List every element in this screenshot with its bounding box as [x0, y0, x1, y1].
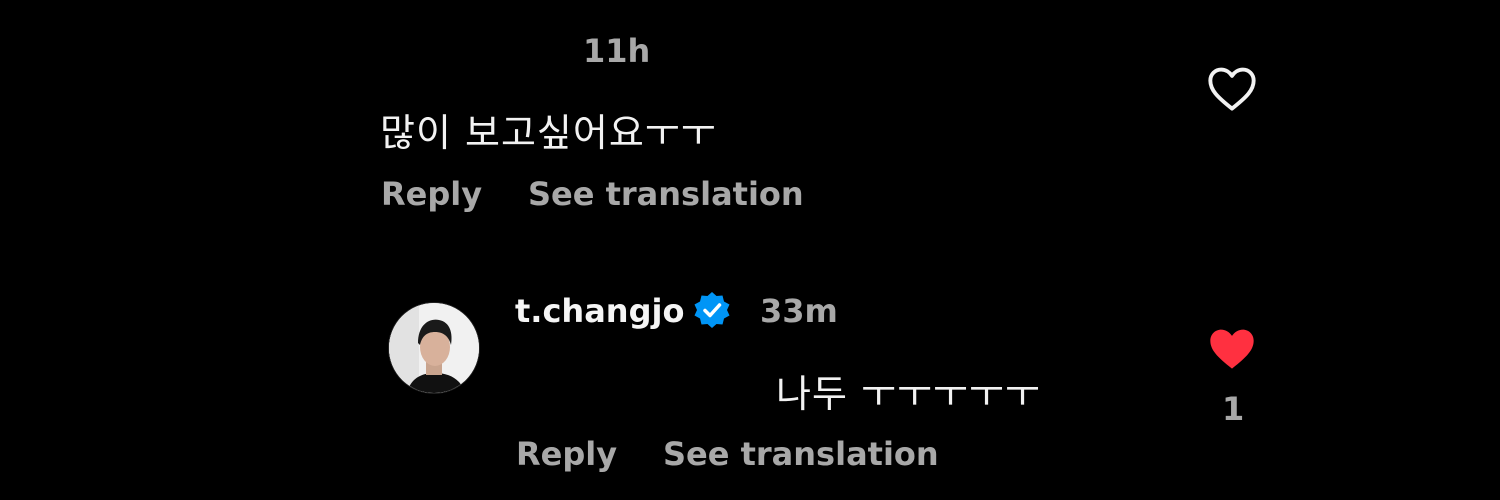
- comment-text: 많이 보고싶어요ㅜㅜ: [380, 111, 717, 155]
- heart-outline-icon: [1208, 67, 1256, 111]
- verified-badge-icon: [692, 290, 732, 330]
- reply-button[interactable]: Reply: [381, 175, 482, 213]
- reply-button[interactable]: Reply: [516, 435, 617, 473]
- see-translation-button[interactable]: See translation: [663, 435, 939, 473]
- reply-timestamp: 33m: [760, 292, 838, 330]
- username[interactable]: t.changjo: [515, 292, 684, 330]
- comment-timestamp: 11h: [583, 32, 651, 70]
- like-count: 1: [1222, 390, 1245, 428]
- like-button[interactable]: [1206, 324, 1258, 372]
- see-translation-button[interactable]: See translation: [528, 175, 804, 213]
- reply-text: 나두 ㅜㅜㅜㅜㅜ: [776, 372, 1041, 416]
- avatar[interactable]: [388, 302, 480, 394]
- heart-filled-icon: [1210, 329, 1254, 369]
- profile-photo: [389, 303, 479, 393]
- like-button[interactable]: [1206, 64, 1258, 112]
